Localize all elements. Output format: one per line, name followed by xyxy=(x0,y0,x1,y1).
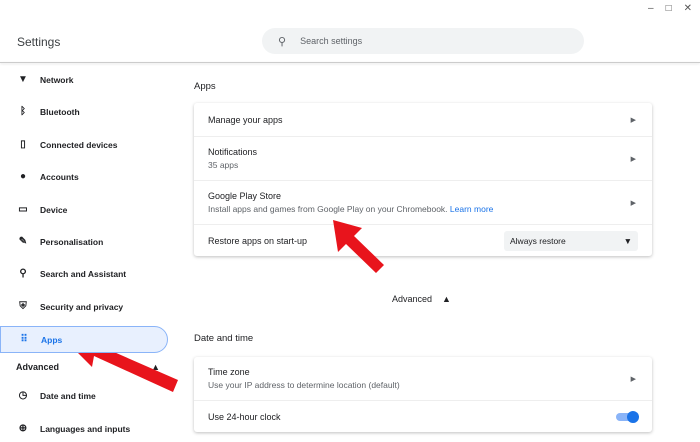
header-divider xyxy=(0,62,700,63)
sidebar-item-label: Security and privacy xyxy=(40,301,124,312)
minimize-button[interactable]: – xyxy=(648,3,654,14)
search-input[interactable]: ⚲ Search settings xyxy=(262,28,584,54)
caret-up-icon: ▲ xyxy=(442,294,451,304)
page-title: Settings xyxy=(17,35,61,49)
sidebar-item-label: Date and time xyxy=(40,390,96,401)
search-placeholder: Search settings xyxy=(300,36,363,46)
select-value: Always restore xyxy=(510,235,566,246)
sidebar-item-label: Languages and inputs xyxy=(40,423,131,434)
apps-grid-icon: ⠿ xyxy=(20,334,28,345)
maximize-button[interactable]: □ xyxy=(666,3,672,14)
row-label: Restore apps on start-up xyxy=(208,235,308,246)
sidebar-item-bluetooth[interactable]: ᛒ Bluetooth xyxy=(0,98,168,125)
search-icon: ⚲ xyxy=(19,268,27,279)
chevron-right-icon: ▶ xyxy=(630,155,636,163)
sidebar-item-security-and-privacy[interactable]: ⛨ Security and privacy xyxy=(0,293,168,320)
sidebar-item-search-and-assistant[interactable]: ⚲ Search and Assistant xyxy=(0,260,168,287)
sidebar-item-label: Apps xyxy=(41,334,63,345)
sidebar-item-personalisation[interactable]: ✎ Personalisation xyxy=(0,228,168,255)
clock-24h-row: Use 24-hour clock xyxy=(194,400,652,432)
learn-more-link[interactable]: Learn more xyxy=(450,204,493,214)
advanced-toggle[interactable]: Advanced ▲ xyxy=(392,294,451,304)
row-sublabel: Install apps and games from Google Play … xyxy=(208,204,448,214)
date-time-card: Time zone Use your IP address to determin… xyxy=(194,357,652,432)
row-sublabel: 35 apps xyxy=(208,160,239,170)
row-label: Time zone xyxy=(208,367,250,377)
row-label: Use 24-hour clock xyxy=(208,411,281,422)
sidebar-item-label: Personalisation xyxy=(40,236,104,247)
apps-card: Manage your apps ▶ Notifications 35 apps ▶ … xyxy=(194,103,652,256)
search-icon: ⚲ xyxy=(278,35,287,48)
clock-icon: ◷ xyxy=(18,390,28,401)
caret-up-icon: ▲ xyxy=(151,362,160,372)
dropdown-arrow-icon: ▼ xyxy=(623,235,632,246)
row-label: Notifications xyxy=(208,147,258,157)
wifi-icon: ▼ xyxy=(18,74,28,85)
sidebar-item-label: Bluetooth xyxy=(40,106,80,117)
chevron-right-icon: ▶ xyxy=(630,116,636,124)
chevron-right-icon: ▶ xyxy=(630,199,636,207)
brush-icon: ✎ xyxy=(18,236,28,247)
sidebar-item-date-and-time[interactable]: ◷ Date and time xyxy=(0,382,168,409)
sidebar-item-label: Connected devices xyxy=(40,139,118,150)
row-sublabel: Use your IP address to determine locatio… xyxy=(208,380,400,390)
section-title-date-time: Date and time xyxy=(194,333,254,344)
sidebar-item-connected-devices[interactable]: ▯ Connected devices xyxy=(0,131,168,158)
window-controls: – □ ✕ xyxy=(640,0,700,17)
time-zone-row[interactable]: Time zone Use your IP address to determin… xyxy=(194,357,652,400)
bluetooth-icon: ᛒ xyxy=(20,106,26,117)
close-button[interactable]: ✕ xyxy=(684,3,692,14)
sidebar-item-label: Search and Assistant xyxy=(40,268,127,279)
sidebar-item-accounts[interactable]: ● Accounts xyxy=(0,163,168,190)
sidebar-item-apps[interactable]: ⠿ Apps xyxy=(0,326,168,353)
row-label: Manage your apps xyxy=(208,114,283,125)
shield-icon: ⛨ xyxy=(19,301,27,312)
sidebar-item-network[interactable]: ▼ Network xyxy=(0,66,168,93)
sidebar-advanced-toggle[interactable]: Advanced ▲ xyxy=(16,362,160,372)
section-title-apps: Apps xyxy=(194,81,216,92)
laptop-icon: ▭ xyxy=(18,204,28,215)
sidebar-item-languages-and-inputs[interactable]: ⊕ Languages and inputs xyxy=(0,415,168,442)
notifications-row[interactable]: Notifications 35 apps ▶ xyxy=(194,136,652,180)
row-label: Google Play Store xyxy=(208,191,282,201)
restore-apps-row: Restore apps on start-up Always restore ▼ xyxy=(194,224,652,256)
restore-apps-select[interactable]: Always restore ▼ xyxy=(504,230,638,251)
manage-apps-row[interactable]: Manage your apps ▶ xyxy=(194,103,652,136)
person-icon: ● xyxy=(19,171,27,182)
chevron-right-icon: ▶ xyxy=(630,375,636,383)
phone-icon: ▯ xyxy=(20,139,26,150)
sidebar-item-label: Device xyxy=(40,204,68,215)
play-store-row[interactable]: Google Play Store Install apps and games … xyxy=(194,180,652,224)
advanced-label: Advanced xyxy=(16,362,60,372)
sidebar-item-label: Accounts xyxy=(40,171,79,182)
globe-icon: ⊕ xyxy=(18,423,28,434)
sidebar-item-label: Network xyxy=(40,74,74,85)
clock-24h-toggle[interactable] xyxy=(616,410,639,423)
sidebar-item-device[interactable]: ▭ Device xyxy=(0,196,168,223)
advanced-label: Advanced xyxy=(392,294,433,304)
